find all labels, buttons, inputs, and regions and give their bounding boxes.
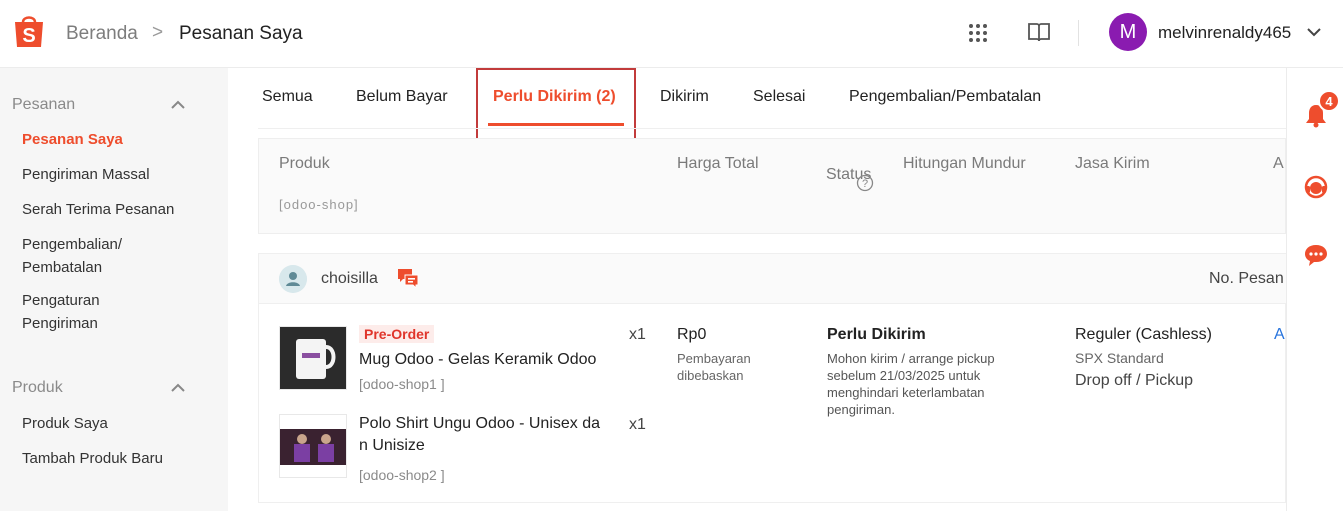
column-produk: Produk [279,155,330,172]
product-variant-mug: [odoo-shop1 ] [359,376,445,392]
breadcrumb-home[interactable]: Beranda [66,23,138,45]
status-note-line: sebelum 21/03/2025 untuk [827,368,981,383]
product-thumbnail-mug[interactable] [279,326,347,390]
column-hitungan-mundur: Hitungan Mundur [903,155,1026,172]
price-note: Pembayaran dibebaskan [677,350,777,384]
shop-user-icon [279,265,307,293]
tab-belum-bayar[interactable]: Belum Bayar [356,88,448,106]
sidebar-section-pesanan[interactable]: Pesanan [12,96,75,114]
price-note-line: dibebaskan [677,368,744,383]
chevron-down-icon[interactable] [1306,26,1322,38]
sidebar-item-tambah-produk[interactable]: Tambah Produk Baru [22,447,202,470]
tab-highlight-box [476,68,636,142]
product-name-polo-line2[interactable]: n Unisize [359,435,425,457]
sidebar-item-pesanan-saya[interactable]: Pesanan Saya [22,128,202,151]
sidebar-item-pengaturan-pengiriman[interactable]: Pengaturan Pengiriman [22,289,122,335]
page-title: Pesanan Saya [179,23,303,44]
shopee-bag-icon[interactable]: S [12,13,46,49]
polo-shirt-image [280,415,346,477]
product-name-polo-line1[interactable]: Polo Shirt Ungu Odoo - Unisex da [359,413,600,435]
sidebar-item-pengembalian[interactable]: Pengembalian/ Pembatalan [22,233,142,279]
order-card: choisilla No. Pesan Pre-Order Mug Odoo -… [258,253,1287,503]
sidebar: Pesanan Pesanan Saya Pengiriman Massal S… [0,68,210,511]
right-rail: 4 [1286,68,1343,511]
shop-name[interactable]: choisilla [321,270,378,288]
price-note-line: Pembayaran [677,351,751,366]
product-thumbnail-polo[interactable] [279,414,347,478]
column-harga-total: Harga Total [677,155,759,172]
column-jasa-kirim: Jasa Kirim [1075,155,1150,172]
mug-image [280,327,346,389]
avatar[interactable]: M [1109,13,1147,51]
orders-panel: Semua Belum Bayar Perlu Dikirim (2) Diki… [228,68,1287,511]
svg-text:S: S [22,25,35,47]
shipping-courier: SPX Standard [1075,350,1164,366]
order-header: choisilla No. Pesan [259,254,1287,304]
pre-order-badge: Pre-Order [359,325,435,343]
chat-bubble-icon[interactable] [1303,242,1329,268]
product-name-mug[interactable]: Mug Odoo - Gelas Keramik Odoo [359,349,596,371]
product-variant-polo: [odoo-shop2 ] [359,467,445,483]
sidebar-item-serah-terima[interactable]: Serah Terima Pesanan [22,198,202,221]
product-qty-polo: x1 [629,416,646,433]
shipping-mode: Drop off / Pickup [1075,372,1193,389]
table-header: Produk Harga Total Status Hitungan Mundu… [258,138,1286,234]
help-circle-icon[interactable]: ? [856,174,874,192]
top-bar: S Beranda > Pesanan Saya M melvinrenaldy… [0,0,1343,68]
chevron-up-icon[interactable] [170,100,186,110]
notification-count-badge: 4 [1318,90,1340,112]
tab-selesai[interactable]: Selesai [753,88,805,106]
shipping-service: Reguler (Cashless) [1075,326,1212,343]
status-note: Mohon kirim / arrange pickup sebelum 21/… [827,350,1037,418]
tab-dikirim[interactable]: Dikirim [660,88,709,106]
tab-pengembalian[interactable]: Pengembalian/Pembatalan [849,88,1041,106]
header-divider [1078,20,1079,46]
username[interactable]: melvinrenaldy465 [1158,23,1291,43]
svg-text:?: ? [862,178,868,190]
headset-support-icon[interactable] [1303,174,1329,200]
sidebar-item-pengiriman-massal[interactable]: Pengiriman Massal [22,163,202,186]
tab-semua[interactable]: Semua [262,88,313,106]
status-note-line: menghindari keterlambatan [827,385,985,400]
chevron-up-icon[interactable] [170,383,186,393]
status-note-line: pengiriman. [827,402,895,417]
apps-grid-icon[interactable] [968,23,988,43]
breadcrumb-separator: > [152,22,164,43]
order-action-link[interactable]: A [1274,326,1285,344]
order-number-label: No. Pesan [1209,270,1284,287]
product-qty-mug: x1 [629,326,646,343]
order-total-price: Rp0 [677,326,707,343]
column-aksi: A [1273,155,1284,172]
sidebar-item-produk-saya[interactable]: Produk Saya [22,412,202,435]
previous-row-peek: [odoo-shop] [279,197,359,212]
sidebar-section-produk[interactable]: Produk [12,379,63,397]
status-note-line: Mohon kirim / arrange pickup [827,351,995,366]
chat-icon[interactable] [397,268,419,288]
tabs-divider [258,128,1286,129]
order-status: Perlu Dikirim [827,326,926,343]
book-icon[interactable] [1027,21,1051,43]
